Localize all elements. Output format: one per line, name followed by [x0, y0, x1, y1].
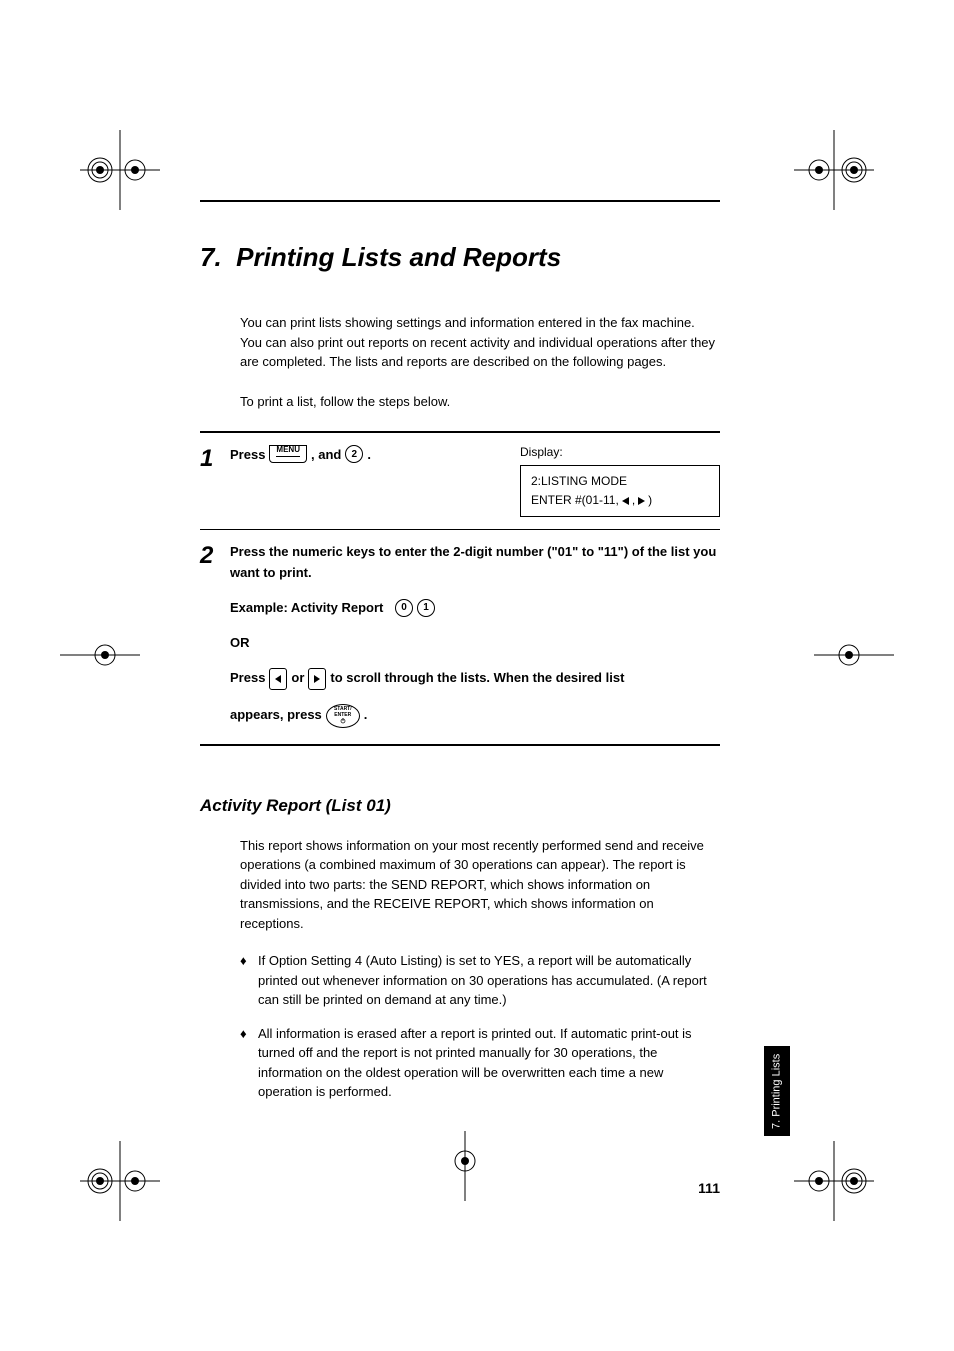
or-word: or: [291, 668, 304, 689]
section-paragraph: This report shows information on your mo…: [240, 836, 720, 934]
step-number: 2: [200, 542, 230, 731]
bullet-text: If Option Setting 4 (Auto Listing) is se…: [258, 951, 720, 1010]
page-number: 111: [698, 1180, 720, 1196]
registration-mark: [60, 630, 140, 680]
registration-mark: [794, 1141, 874, 1221]
registration-mark: [814, 630, 894, 680]
display-line-1: 2:LISTING MODE: [531, 472, 709, 491]
scroll-text: to scroll through the lists. When the de…: [330, 668, 624, 689]
display-box: 2:LISTING MODE ENTER #(01-11, , ): [520, 465, 720, 517]
bullet-text: All information is erased after a report…: [258, 1024, 720, 1102]
bullet-item: ♦ All information is erased after a repo…: [240, 1024, 720, 1102]
diamond-bullet-icon: ♦: [240, 951, 258, 1010]
registration-mark: [440, 1131, 490, 1201]
side-tab: 7. Printing Lists: [764, 1046, 790, 1136]
step-2: 2 Press the numeric keys to enter the 2-…: [200, 529, 720, 743]
chapter-title: 7. Printing Lists and Reports: [200, 242, 720, 273]
and-label: , and: [311, 447, 341, 462]
step-1: 1 Press MENU , and 2 . Display:: [200, 433, 720, 529]
registration-mark: [80, 130, 160, 210]
arrow-left-key-icon: [269, 668, 287, 690]
registration-mark: [794, 130, 874, 210]
start-enter-key-icon: START/ ENTER: [326, 704, 360, 728]
appears-text: appears, press: [230, 705, 322, 726]
display-line-2: ENTER #(01-11, , ): [531, 491, 709, 510]
or-label: OR: [230, 633, 720, 654]
chapter-number: 7.: [200, 242, 222, 272]
period: .: [367, 447, 371, 462]
menu-key-icon: MENU: [269, 445, 307, 463]
registration-mark: [80, 1141, 160, 1221]
example-label: Example: Activity Report: [230, 598, 383, 619]
display-label: Display:: [520, 445, 720, 459]
intro-paragraph-1: You can print lists showing settings and…: [240, 313, 720, 372]
step-number: 1: [200, 445, 230, 517]
press-label: Press: [230, 447, 265, 462]
key-1-icon: 1: [417, 599, 435, 617]
steps-box: 1 Press MENU , and 2 . Display:: [200, 431, 720, 746]
top-rule: [200, 200, 720, 202]
diamond-bullet-icon: ♦: [240, 1024, 258, 1102]
section-heading: Activity Report (List 01): [200, 796, 720, 816]
arrow-right-key-icon: [308, 668, 326, 690]
key-0-icon: 0: [395, 599, 413, 617]
key-2-icon: 2: [345, 445, 363, 463]
triangle-left-icon: [622, 497, 629, 505]
period: .: [364, 705, 368, 726]
press-label: Press: [230, 668, 265, 689]
chapter-title-text: Printing Lists and Reports: [236, 242, 561, 272]
bullet-item: ♦ If Option Setting 4 (Auto Listing) is …: [240, 951, 720, 1010]
intro-paragraph-2: To print a list, follow the steps below.: [240, 392, 720, 412]
triangle-right-icon: [638, 497, 645, 505]
step2-line1: Press the numeric keys to enter the 2-di…: [230, 542, 720, 584]
